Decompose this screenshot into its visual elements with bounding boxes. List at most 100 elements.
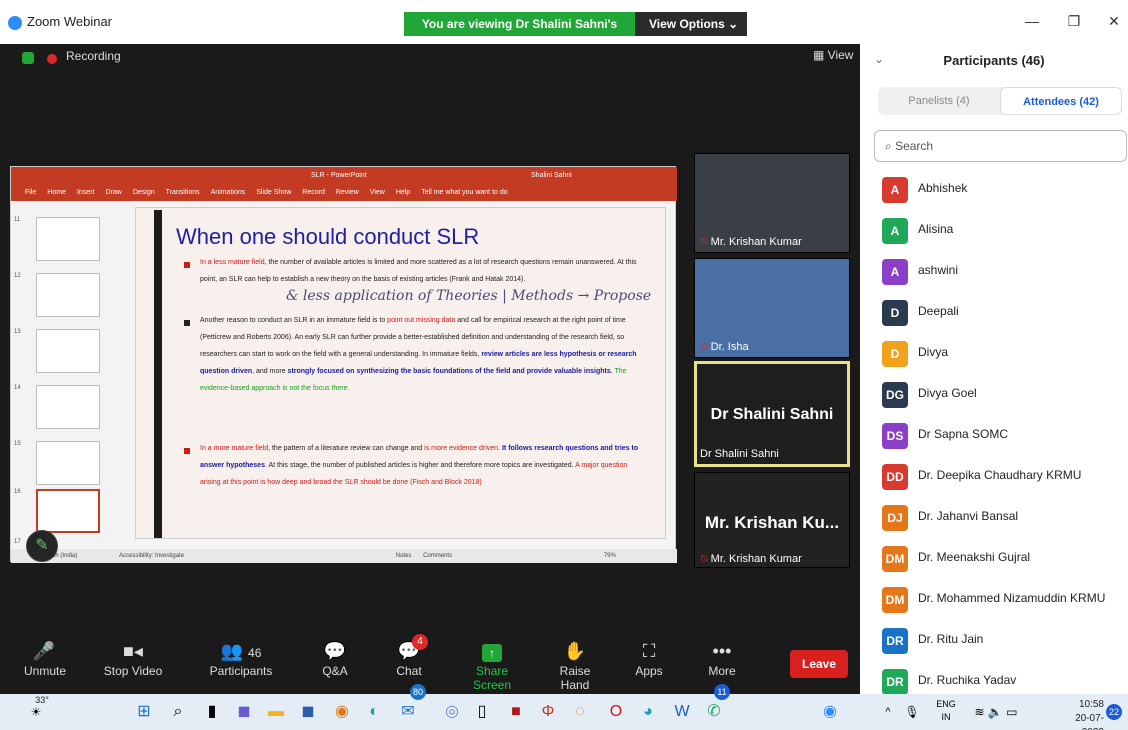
firefox-icon[interactable]: ◌	[568, 694, 592, 730]
slide-thumbnail-selected[interactable]	[36, 489, 100, 533]
chevron-up-icon[interactable]: ^	[876, 694, 900, 730]
b3-t3: . At this stage, the number of published…	[264, 462, 576, 469]
mic-icon[interactable]: 🎙	[900, 694, 924, 730]
weather-temp: 33°	[35, 695, 49, 705]
ppt-ribbon-menu: File Home Insert Draw Design Transitions…	[11, 184, 677, 201]
store-icon[interactable]: ◼	[296, 694, 320, 730]
status-notes[interactable]: Notes	[396, 553, 412, 559]
window-title: Zoom Webinar	[27, 14, 113, 29]
participant-row[interactable]: DM Dr. Mohammed Nizamuddin KRMU	[860, 579, 1128, 620]
ppt-tellme[interactable]: Tell me what you want to do	[421, 184, 507, 201]
windows-start-icon[interactable]: ⊞	[132, 694, 156, 730]
menu-view[interactable]: View	[370, 184, 385, 201]
participant-row[interactable]: DD Dr. Deepika Chaudhary KRMU	[860, 456, 1128, 497]
edge-icon[interactable]: ◐	[362, 694, 386, 730]
mic-off-icon: ⍉	[701, 341, 708, 353]
b3-red2: is more evidence driven	[424, 445, 499, 452]
word-icon[interactable]: W	[670, 694, 694, 730]
slide-bullet-3: In a more mature field, the pattern of a…	[200, 440, 640, 491]
search-placeholder: Search	[895, 139, 934, 153]
participant-row[interactable]: DR Dr. Ritu Jain	[860, 620, 1128, 661]
file-icon[interactable]: ▯	[470, 694, 494, 730]
menu-help[interactable]: Help	[396, 184, 410, 201]
menu-transitions[interactable]: Transitions	[166, 184, 200, 201]
participants-button[interactable]: 👥 46 Participants	[208, 638, 274, 678]
language-indicator[interactable]: ENG IN	[934, 698, 958, 726]
slide-thumbnail[interactable]	[36, 329, 100, 373]
participant-row[interactable]: A Alisina	[860, 210, 1128, 251]
participant-row[interactable]: DG Divya Goel	[860, 374, 1128, 415]
tile-name-text: Mr. Krishan Kumar	[710, 236, 802, 248]
slide-thumbnail[interactable]	[36, 217, 100, 261]
leave-button[interactable]: Leave	[790, 650, 848, 678]
b2-blue2: strongly focused on synthesizing the bas…	[287, 368, 611, 375]
participant-avatar: DJ	[882, 505, 908, 531]
annotate-pen-icon[interactable]: ✎	[26, 530, 58, 562]
teams-icon[interactable]: ◼	[232, 694, 256, 730]
raise-hand-button[interactable]: ✋ Raise Hand	[544, 638, 606, 692]
network-sound-battery-icons[interactable]: ≋ 🔈 ▭	[966, 694, 1026, 730]
stop-video-button[interactable]: ■◂ Stop Video	[102, 638, 164, 678]
menu-design[interactable]: Design	[133, 184, 155, 201]
tab-panelists[interactable]: Panelists (4)	[878, 87, 1000, 115]
search-icon[interactable]: ⌕	[166, 694, 190, 730]
netflix-icon[interactable]: ■	[504, 694, 528, 730]
menu-record[interactable]: Record	[302, 184, 325, 201]
menu-review[interactable]: Review	[336, 184, 359, 201]
ppt-titlebar: SLR - PowerPoint Shalini Sahni	[11, 167, 677, 184]
mic-off-icon: ⍉	[701, 553, 708, 565]
whatsapp-badge: 11	[714, 684, 730, 700]
video-tile-krishan[interactable]: ⍉ Mr. Krishan Kumar	[694, 153, 850, 253]
menu-home[interactable]: Home	[47, 184, 66, 201]
participant-row[interactable]: D Divya	[860, 333, 1128, 374]
menu-draw[interactable]: Draw	[105, 184, 121, 201]
video-tile-krishan-2[interactable]: Mr. Krishan Ku... ⍉ Mr. Krishan Kumar	[694, 472, 850, 568]
close-icon[interactable]: ✕	[1104, 13, 1124, 30]
restore-icon[interactable]: ❐	[1064, 13, 1084, 30]
notification-badge[interactable]: 22	[1106, 704, 1122, 720]
browser-icon[interactable]: ◎	[440, 694, 464, 730]
tile-name-text: Dr. Isha	[710, 341, 749, 353]
status-accessibility[interactable]: Accessibility: Investigate	[119, 553, 184, 559]
app-icon[interactable]: Φ	[536, 694, 560, 730]
participant-row[interactable]: DS Dr Sapna SOMC	[860, 415, 1128, 456]
qa-button[interactable]: 💬 Q&A	[320, 638, 350, 678]
tile-name: Dr Shalini Sahni	[700, 448, 779, 460]
view-options-label: View Options	[649, 17, 725, 31]
participant-row[interactable]: A Abhishek	[860, 169, 1128, 210]
status-zoom[interactable]: 79%	[604, 553, 616, 559]
chrome-icon[interactable]: ◉	[330, 694, 354, 730]
bullet-icon	[184, 320, 190, 326]
slide-thumbnail[interactable]	[36, 385, 100, 429]
menu-animations[interactable]: Animations	[211, 184, 246, 201]
task-view-icon[interactable]: ▮	[200, 694, 224, 730]
slide-thumbnail[interactable]	[36, 441, 100, 485]
participant-row[interactable]: DJ Dr. Jahanvi Bansal	[860, 497, 1128, 538]
b1-red: In a less mature field	[200, 259, 265, 266]
menu-file[interactable]: File	[25, 184, 36, 201]
apps-button[interactable]: ⛶ Apps	[632, 638, 666, 678]
zoom-taskbar-icon[interactable]: ◉	[818, 694, 842, 730]
file-explorer-icon[interactable]: ▬	[264, 694, 288, 730]
more-button[interactable]: ••• More	[704, 638, 740, 678]
tab-attendees[interactable]: Attendees (42)	[1000, 87, 1122, 115]
unmute-button[interactable]: 🎤 Unmute	[24, 638, 66, 678]
view-button[interactable]: ▦ View	[807, 46, 859, 64]
menu-insert[interactable]: Insert	[77, 184, 95, 201]
menu-slideshow[interactable]: Slide Show	[256, 184, 291, 201]
chrome-alt-icon[interactable]: ◕	[636, 694, 660, 730]
participant-avatar: DM	[882, 587, 908, 613]
status-comments[interactable]: Comments	[423, 553, 452, 559]
participant-row[interactable]: Aashwini	[860, 251, 1128, 292]
minimize-icon[interactable]: —	[1022, 13, 1042, 29]
video-tile-isha[interactable]: ⍉ Dr. Isha	[694, 258, 850, 358]
clock[interactable]: 10:58 20-07-2023	[1066, 698, 1104, 730]
video-tile-shalini-active[interactable]: Dr Shalini Sahni Dr Shalini Sahni	[694, 361, 850, 467]
opera-icon[interactable]: O	[604, 694, 628, 730]
participant-row[interactable]: D Deepali	[860, 292, 1128, 333]
search-input[interactable]: ⌕ Search	[874, 130, 1127, 162]
participant-row[interactable]: DM Dr. Meenakshi Gujral	[860, 538, 1128, 579]
share-screen-button[interactable]: ↑ Share Screen	[456, 638, 528, 692]
slide-thumbnail[interactable]	[36, 273, 100, 317]
view-options-button[interactable]: View Options ⌄	[635, 12, 747, 36]
